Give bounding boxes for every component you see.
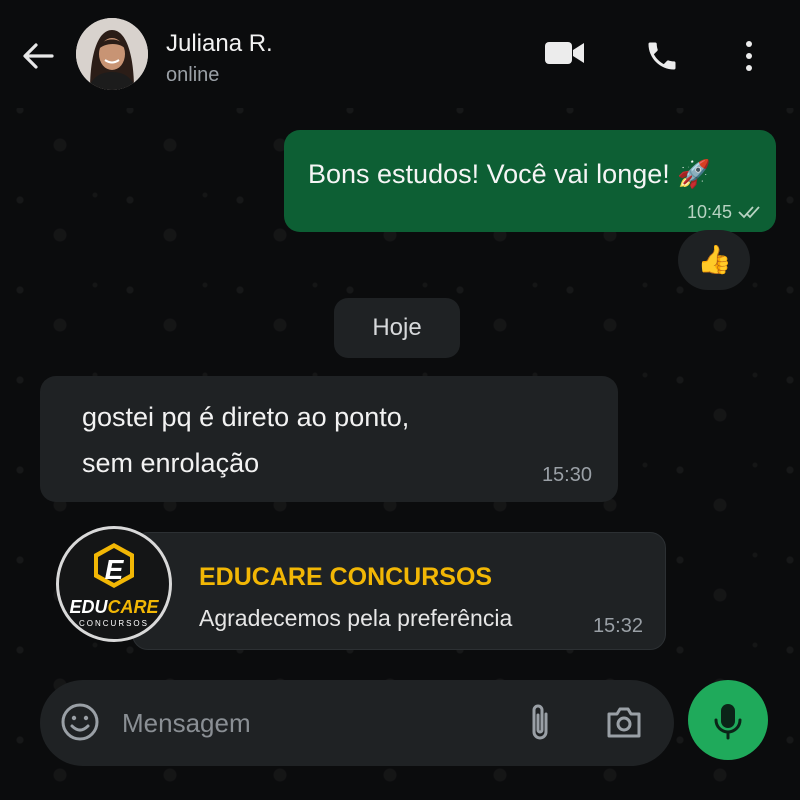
message-input[interactable]: Mensagem [122,708,251,739]
brand-logo[interactable]: E EDUCARE CONCURSOS [56,526,172,642]
phone-icon[interactable] [644,38,680,74]
incoming-message[interactable]: gostei pq é direto ao ponto, sem enrolaç… [40,376,618,502]
thumbs-up-icon: 👍 [697,244,732,275]
logo-letter: E [105,554,125,585]
contact-name[interactable]: Juliana R. [166,30,273,58]
back-arrow-icon[interactable] [18,36,58,76]
message-text: Agradecemos pela preferência [199,605,513,631]
svg-text:EDUCARE: EDUCARE [69,597,159,617]
sender-name: EDUCARE CONCURSOS [199,563,493,591]
logo-emblem: E EDUCARE CONCURSOS [69,543,159,628]
reaction-badge[interactable]: 👍 [678,230,750,290]
avatar[interactable] [76,18,148,90]
message-time: 15:30 [541,464,592,486]
logo-name-part2: CARE [108,597,160,617]
message-text: Bons estudos! Você vai longe! 🚀 [308,159,711,189]
contact-status: online [166,64,220,86]
emoji-icon[interactable] [60,702,100,742]
video-call-icon[interactable] [544,38,586,68]
logo-tagline: CONCURSOS [79,619,149,628]
message-text-line-2: sem enrolação [82,448,260,478]
mic-button[interactable] [688,680,768,760]
incoming-message-business[interactable]: EDUCARE CONCURSOS Agradecemos pela prefe… [132,532,666,650]
mic-icon [714,704,742,740]
message-time: 10:45 [686,202,732,222]
date-separator: Hoje [334,298,460,358]
message-text-line-1: gostei pq é direto ao ponto, [82,402,410,432]
chat-header: Juliana R. online [0,0,800,108]
outgoing-message[interactable]: Bons estudos! Você vai longe! 🚀 10:45 [284,130,776,232]
avatar-photo [76,18,148,90]
chat-screen: Juliana R. online Bons estudos! Você vai… [0,0,800,800]
message-time: 15:32 [592,615,643,637]
attach-icon[interactable] [524,702,556,744]
double-check-icon [738,206,760,219]
camera-icon[interactable] [604,704,644,740]
more-vert-icon[interactable] [740,38,758,74]
message-composer[interactable]: Mensagem [40,680,674,766]
logo-name-part1: EDU [69,597,108,617]
